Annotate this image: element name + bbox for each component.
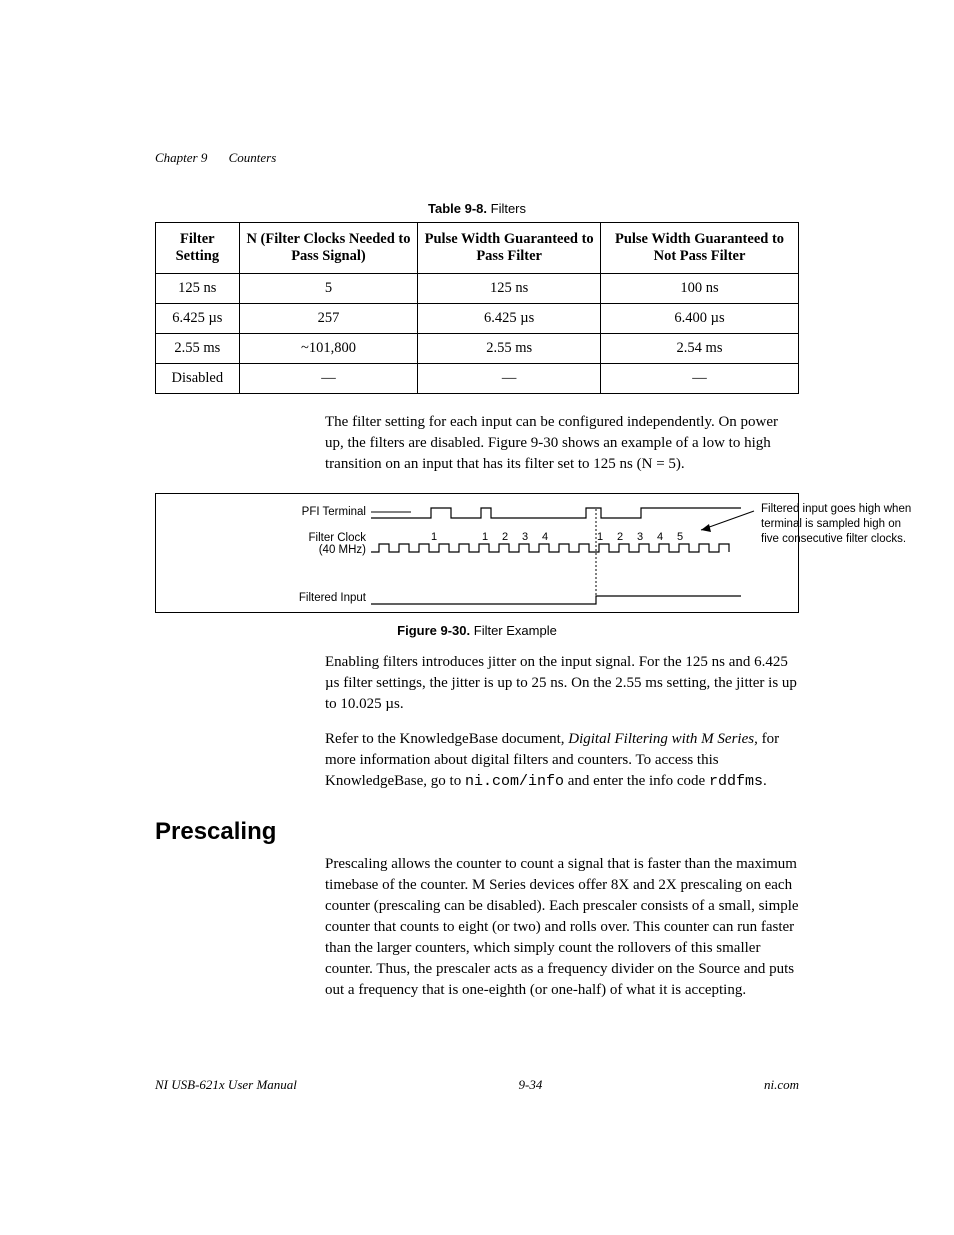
figure-caption: Figure 9-30. Filter Example bbox=[155, 623, 799, 638]
footer-left: NI USB-621x User Manual bbox=[155, 1077, 297, 1093]
waveform-pfi bbox=[371, 506, 741, 520]
footer-right: ni.com bbox=[764, 1077, 799, 1093]
table-cell: 5 bbox=[239, 274, 418, 304]
table-cell: 6.400 µs bbox=[601, 304, 799, 334]
col-header: Pulse Width Guaranteed to Not Pass Filte… bbox=[601, 223, 799, 274]
table-cell: 6.425 µs bbox=[418, 304, 601, 334]
figure-caption-label: Figure 9-30. bbox=[397, 623, 470, 638]
waveform-clock bbox=[371, 540, 741, 558]
url-code: ni.com/info bbox=[465, 773, 564, 790]
info-code: rddfms bbox=[709, 773, 763, 790]
table-cell: 6.425 µs bbox=[156, 304, 240, 334]
table-header-row: Filter Setting N (Filter Clocks Needed t… bbox=[156, 223, 799, 274]
fig-label-filtered: Filtered Input bbox=[299, 592, 366, 604]
table-cell: Disabled bbox=[156, 364, 240, 394]
col-header: Filter Setting bbox=[156, 223, 240, 274]
table-cell: — bbox=[601, 364, 799, 394]
footer-center: 9-34 bbox=[519, 1077, 543, 1093]
filters-table: Filter Setting N (Filter Clocks Needed t… bbox=[155, 222, 799, 394]
table-cell: 2.55 ms bbox=[156, 334, 240, 364]
table-row: 6.425 µs 257 6.425 µs 6.400 µs bbox=[156, 304, 799, 334]
body-paragraph: Enabling filters introduces jitter on th… bbox=[325, 652, 799, 715]
fig-label-clk1: Filter Clock bbox=[308, 532, 366, 544]
waveform-filtered bbox=[371, 592, 741, 606]
fig-label-pfi: PFI Terminal bbox=[302, 506, 366, 518]
table-cell: 2.54 ms bbox=[601, 334, 799, 364]
figure-annotation: Filtered input goes high when terminal i… bbox=[761, 502, 921, 547]
table-row: 2.55 ms ~101,800 2.55 ms 2.54 ms bbox=[156, 334, 799, 364]
table-cell: 100 ns bbox=[601, 274, 799, 304]
text-run: Refer to the KnowledgeBase document, bbox=[325, 731, 568, 747]
body-paragraph: The filter setting for each input can be… bbox=[325, 412, 799, 475]
body-paragraph: Prescaling allows the counter to count a… bbox=[325, 854, 799, 1001]
col-header: Pulse Width Guaranteed to Pass Filter bbox=[418, 223, 601, 274]
chapter-title: Counters bbox=[229, 150, 277, 165]
body-paragraph: Refer to the KnowledgeBase document, Dig… bbox=[325, 729, 799, 792]
col-header: N (Filter Clocks Needed to Pass Signal) bbox=[239, 223, 418, 274]
table-row: Disabled — — — bbox=[156, 364, 799, 394]
figure-caption-text: Filter Example bbox=[474, 623, 557, 638]
table-cell: — bbox=[239, 364, 418, 394]
table-caption: Table 9-8. Filters bbox=[155, 201, 799, 216]
fig-label-clk2: (40 MHz) bbox=[319, 544, 366, 556]
table-cell: 125 ns bbox=[156, 274, 240, 304]
table-cell: ~101,800 bbox=[239, 334, 418, 364]
text-run: and enter the info code bbox=[564, 773, 709, 789]
table-cell: 257 bbox=[239, 304, 418, 334]
table-caption-text: Filters bbox=[491, 201, 526, 216]
chapter-number: Chapter 9 bbox=[155, 150, 207, 165]
table-row: 125 ns 5 125 ns 100 ns bbox=[156, 274, 799, 304]
table-cell: 2.55 ms bbox=[418, 334, 601, 364]
table-cell: 125 ns bbox=[418, 274, 601, 304]
figure-filter-example: PFI Terminal Filter Clock (40 MHz) 1 1 2… bbox=[155, 493, 799, 613]
section-heading-prescaling: Prescaling bbox=[155, 818, 799, 846]
running-header: Chapter 9 Counters bbox=[155, 150, 799, 166]
table-caption-label: Table 9-8. bbox=[428, 201, 487, 216]
page-footer: NI USB-621x User Manual 9-34 ni.com bbox=[155, 1077, 799, 1093]
text-run: . bbox=[763, 773, 767, 789]
table-cell: — bbox=[418, 364, 601, 394]
kb-doc-title: Digital Filtering with M Series bbox=[568, 731, 754, 747]
